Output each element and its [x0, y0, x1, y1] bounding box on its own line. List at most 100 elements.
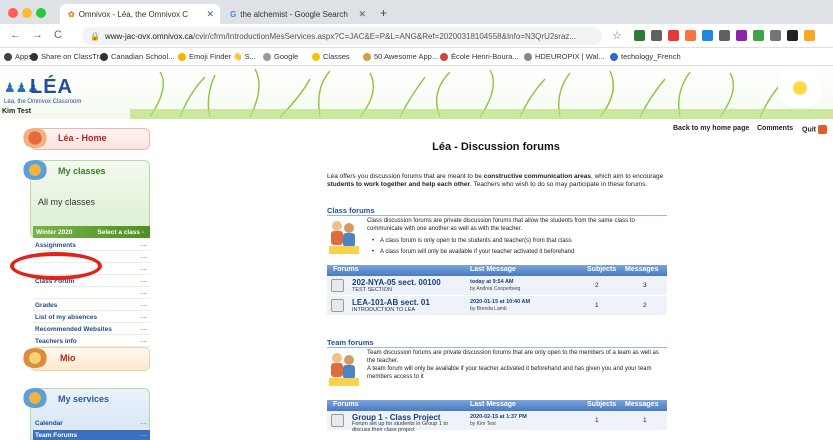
bookmark-favicon-icon [524, 52, 532, 61]
last-message-date: today at 9:54 AM [470, 279, 514, 285]
star-bookmark-icon[interactable]: ☆ [612, 29, 622, 42]
sidebar-item-dots: .... [140, 326, 147, 332]
comments-link[interactable]: Comments [757, 125, 793, 132]
bookmark-item[interactable]: Apps [4, 52, 32, 61]
reload-button[interactable]: C [54, 29, 62, 41]
quit-label: Quit [802, 126, 816, 134]
address-bar-row: ← → C 🔒 www-jac-ovx.omnivox.ca /cvir/cfr… [0, 24, 833, 48]
messages-count: 1 [643, 417, 647, 424]
extension-icon[interactable] [804, 30, 815, 41]
my-classes-heading: My classes [58, 166, 106, 176]
bookmark-item[interactable]: 50 Awesome App... [363, 52, 438, 61]
back-button[interactable]: ← [10, 29, 21, 41]
bookmark-item[interactable]: École Henri-Boura... [440, 52, 519, 61]
col-forums: Forums [333, 266, 359, 273]
close-tab-icon[interactable]: ✕ [358, 9, 366, 20]
forum-document-icon [331, 279, 344, 292]
bookmark-item[interactable]: techology_French [610, 52, 681, 61]
extension-icon[interactable] [787, 30, 798, 41]
extension-icon[interactable] [736, 30, 747, 41]
sidebar-item-teachers-info[interactable]: Teachers info.... [33, 336, 150, 347]
table-row[interactable]: LEA-101-AB sect. 01 INTRODUCTION TO LEA 20… [327, 296, 667, 316]
extension-icon[interactable] [702, 30, 713, 41]
quit-link[interactable]: Quit [802, 125, 827, 134]
close-tab-icon[interactable]: ✕ [206, 9, 214, 20]
bookmark-item[interactable]: HDEUROPIX | Wal... [524, 52, 605, 61]
quit-icon [818, 125, 827, 134]
lea-logo[interactable]: LÉA [30, 76, 73, 99]
tab-google[interactable]: G the alchemist - Google Search ✕ [222, 4, 372, 24]
bookmark-favicon-icon [312, 52, 320, 61]
forward-button[interactable]: → [32, 29, 43, 41]
minimize-window-button[interactable] [22, 8, 32, 18]
close-window-button[interactable] [8, 8, 18, 18]
zoom-window-button[interactable] [36, 8, 46, 18]
bookmark-item[interactable]: Classes [312, 52, 350, 61]
team-forums-table: Forums Last Message Subjects Messages Gr… [327, 400, 667, 433]
bookmark-favicon-icon [30, 52, 38, 61]
bookmark-label: École Henri-Boura... [451, 52, 519, 61]
url-input[interactable]: 🔒 www-jac-ovx.omnivox.ca /cvir/cfrm/Intr… [82, 27, 602, 45]
lea-home-link[interactable]: Léa - Home [58, 133, 107, 143]
bookmark-favicon-icon [440, 52, 448, 61]
tab-omnivox[interactable]: ✿ Omnivox - Léa, the Omnivox C ✕ [60, 4, 220, 24]
extension-icon[interactable] [668, 30, 679, 41]
class-forums-description: Class discussion forums are private disc… [367, 218, 635, 232]
logo-subtitle: Léa, the Omnivox Classroom [4, 99, 82, 105]
bookmark-item[interactable]: Emoji Finder 👋 S... [178, 52, 256, 61]
forum-name-link[interactable]: LEA-101-AB sect. 01 [352, 298, 430, 307]
bookmarks-bar: Apps Share on ClassTrak Canadian School...… [0, 48, 833, 66]
extension-icon[interactable] [634, 30, 645, 41]
term-label: Winter 2020 [36, 228, 73, 236]
page-title: Léa - Discussion forums [432, 141, 560, 153]
my-classes-icon [22, 160, 48, 180]
table-header: Forums Last Message Subjects Messages [327, 400, 667, 411]
intro-text-2: , which aim to encourage [591, 173, 664, 180]
extension-icon[interactable] [685, 30, 696, 41]
sidebar-item-assignments[interactable]: Assignments.... [33, 240, 150, 251]
tab-title: the alchemist - Google Search [240, 9, 348, 19]
extension-icon[interactable] [651, 30, 662, 41]
sidebar-item-grades[interactable]: Grades.... [33, 300, 150, 311]
bookmark-favicon-icon [363, 52, 371, 61]
grass-decoration [130, 68, 833, 119]
last-message-date: 2020-01-15 at 10:40 AM [470, 299, 531, 305]
select-class-dropdown[interactable]: Select a class - [97, 229, 144, 236]
lea-header-banner [0, 67, 833, 119]
sidebar-item-label: Teachers info [35, 337, 77, 345]
sidebar-item-list-of-my-absences[interactable]: List of my absences.... [33, 312, 150, 323]
class-forums-bullet: A class forum is only open to the studen… [372, 238, 670, 244]
bookmark-item[interactable]: Share on ClassTrak [30, 52, 107, 61]
back-to-home-link[interactable]: Back to my home page [673, 125, 749, 132]
sidebar-item[interactable]: .... [33, 288, 150, 299]
sidebar-item-recommended-websites[interactable]: Recommended Websites.... [33, 324, 150, 335]
last-message-author: by Andrea Cooperberg [470, 286, 521, 292]
all-my-classes-link[interactable]: All my classes [38, 197, 95, 207]
mio-box[interactable] [30, 347, 150, 371]
service-item-team-forums[interactable]: Team Forums.... [33, 430, 150, 440]
omnivox-favicon-icon: ✿ [68, 9, 75, 19]
extension-icon[interactable] [753, 30, 764, 41]
bookmark-item[interactable]: Google [263, 52, 298, 61]
last-message-author: by Kim Test [470, 421, 496, 427]
bookmark-favicon-icon [263, 52, 271, 61]
sidebar-item-dots: .... [140, 254, 147, 260]
messages-count: 3 [643, 282, 647, 289]
term-select-bar[interactable]: Winter 2020 Select a class - [33, 226, 150, 238]
subjects-count: 1 [595, 302, 599, 309]
bookmark-favicon-icon [4, 52, 12, 61]
mio-link[interactable]: Mio [60, 353, 76, 363]
table-row[interactable]: Group 1 - Class Project Forum set up for … [327, 411, 667, 433]
extension-icon[interactable] [719, 30, 730, 41]
table-header: Forums Last Message Subjects Messages [327, 265, 667, 276]
intro-text-1: Léa offers you discussion forums that ar… [327, 173, 484, 180]
bookmark-label: Canadian School... [111, 52, 175, 61]
sidebar-item-dots: .... [140, 278, 147, 284]
new-tab-button[interactable]: + [380, 6, 387, 20]
bookmark-item[interactable]: Canadian School... [100, 52, 174, 61]
forum-name-link[interactable]: 202-NYA-05 sect. 00100 [352, 278, 441, 287]
browser-tab-bar: ✿ Omnivox - Léa, the Omnivox C ✕ G the a… [0, 0, 833, 24]
table-row[interactable]: 202-NYA-05 sect. 00100 TEST SECTION today … [327, 276, 667, 296]
service-item-calendar[interactable]: Calendar.... [33, 418, 150, 429]
extension-icon[interactable] [770, 30, 781, 41]
